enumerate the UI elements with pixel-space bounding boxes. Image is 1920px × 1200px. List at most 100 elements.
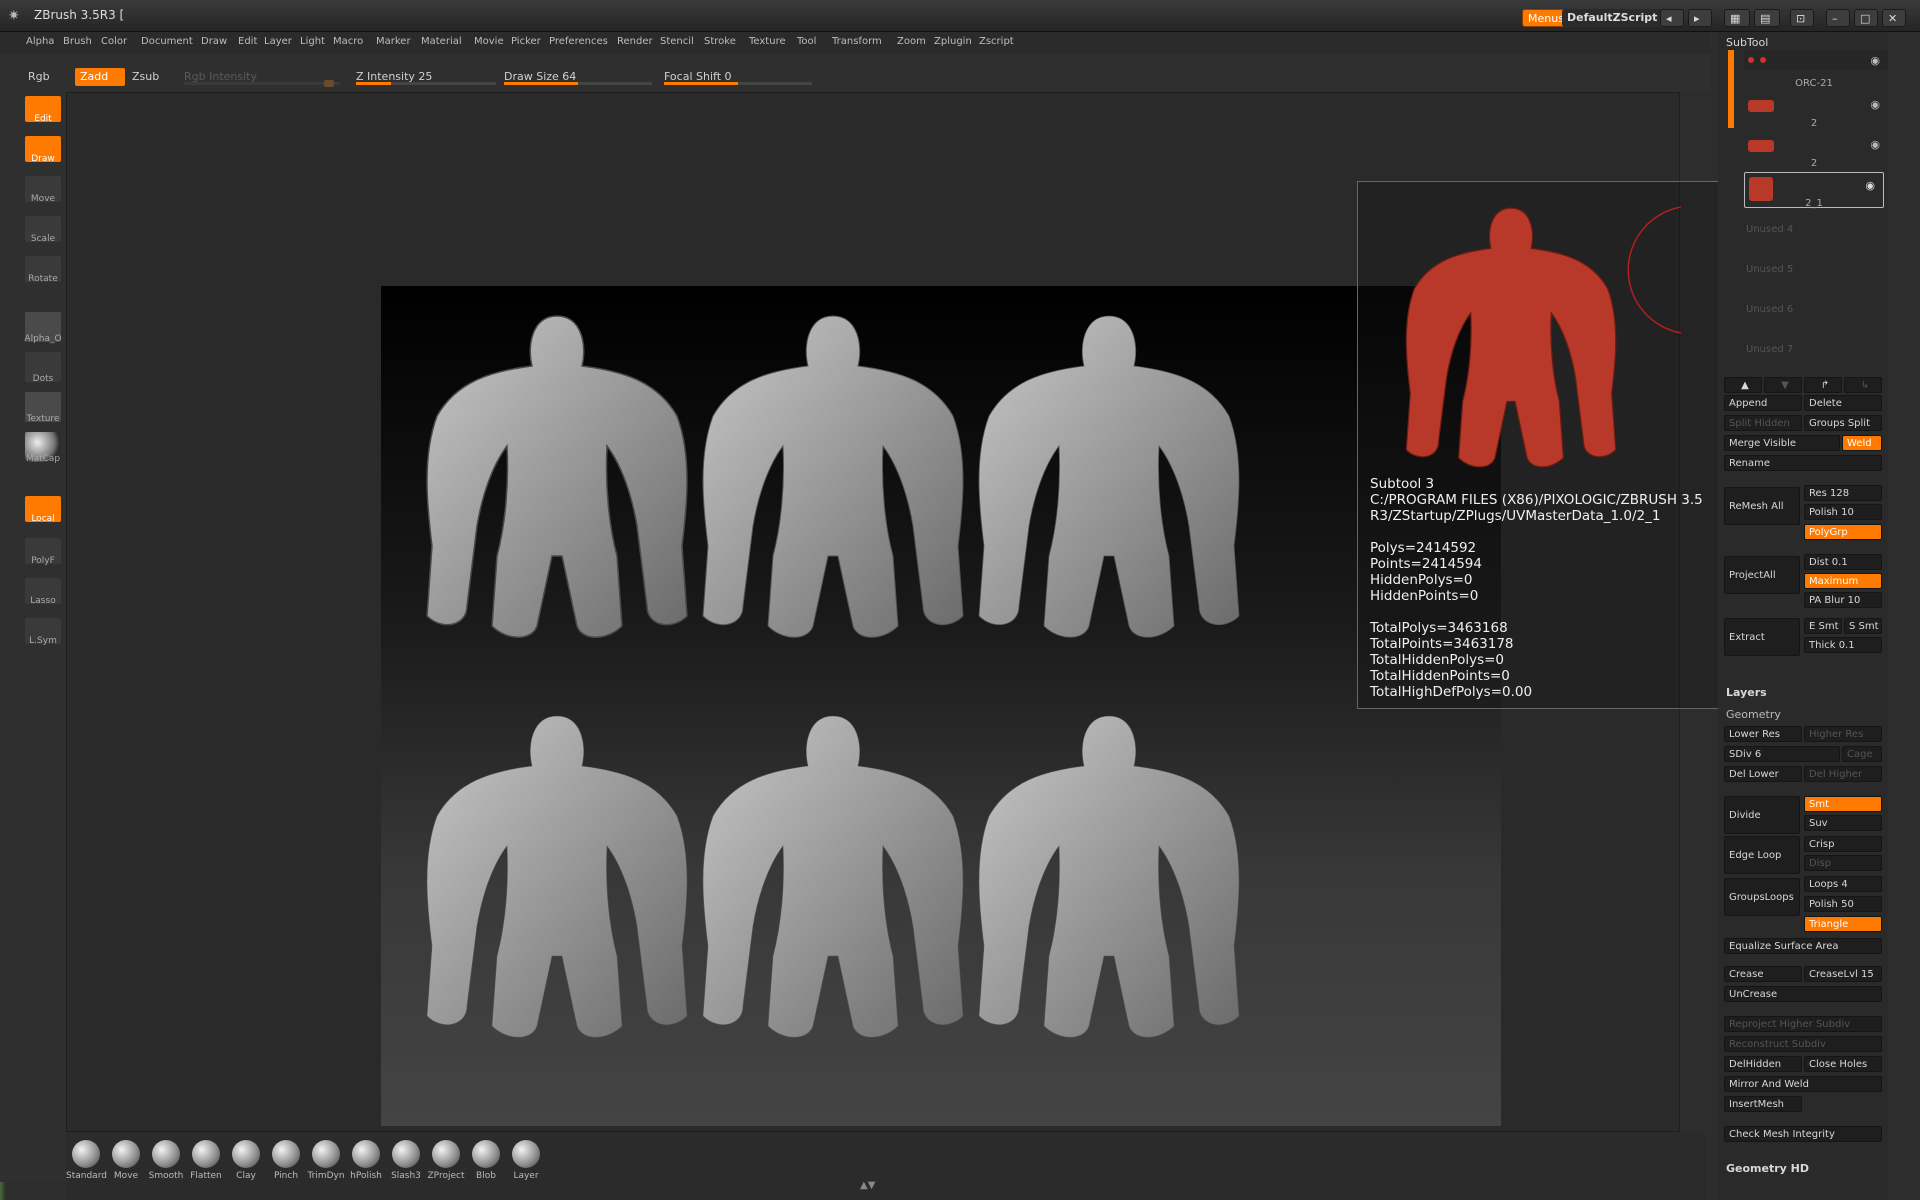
texture-button[interactable]: Texture	[24, 392, 62, 428]
subtool-unused-4[interactable]: Unused 4	[1746, 224, 1793, 235]
brush-move[interactable]: Move	[106, 1140, 146, 1181]
sdiv-slider[interactable]: SDiv 6	[1724, 746, 1840, 762]
s-smt-slider[interactable]: S Smt	[1844, 618, 1882, 634]
draw-size-slider[interactable]	[504, 82, 652, 85]
scale-mode-button[interactable]: Scale	[24, 216, 62, 252]
menu-light[interactable]: Light	[300, 36, 325, 47]
subtool-row-2b[interactable]: ◉	[1744, 132, 1888, 160]
visibility-eye-icon[interactable]: ◉	[1870, 98, 1880, 111]
brush-slash3[interactable]: Slash3	[386, 1140, 426, 1181]
cage-button[interactable]: Cage	[1842, 746, 1882, 762]
menu-zoom[interactable]: Zoom	[897, 36, 926, 47]
triangle-toggle[interactable]: Triangle	[1804, 916, 1882, 932]
visibility-eye-icon[interactable]: ◉	[1865, 179, 1875, 192]
geometry-hd-section-title[interactable]: Geometry HD	[1726, 1162, 1809, 1175]
e-smt-slider[interactable]: E Smt	[1804, 618, 1842, 634]
res-slider[interactable]: Res 128	[1804, 485, 1882, 501]
move-mode-button[interactable]: Move	[24, 176, 62, 212]
redo-arrow-icon[interactable]: ↱	[1804, 377, 1842, 393]
arrow-icon[interactable]: ↳	[1844, 377, 1882, 393]
menu-draw[interactable]: Draw	[201, 36, 227, 47]
draw-mode-button[interactable]: Draw	[24, 136, 62, 172]
append-button[interactable]: Append	[1724, 395, 1802, 411]
project-all-button[interactable]: ProjectAll	[1724, 556, 1800, 594]
layers-section-title[interactable]: Layers	[1726, 686, 1767, 699]
z-intensity-slider[interactable]	[356, 82, 496, 85]
menu-picker[interactable]: Picker	[511, 36, 541, 47]
uncrease-button[interactable]: UnCrease	[1724, 986, 1882, 1002]
menu-edit[interactable]: Edit	[238, 36, 257, 47]
pa-blur-slider[interactable]: PA Blur 10	[1804, 592, 1882, 608]
delhidden-button[interactable]: DelHidden	[1724, 1056, 1802, 1072]
rotate-mode-button[interactable]: Rotate	[24, 256, 62, 292]
visibility-eye-icon[interactable]: ◉	[1870, 54, 1880, 67]
higher-res-button[interactable]: Higher Res	[1804, 726, 1882, 742]
rotate-gizmo-icon[interactable]	[1613, 205, 1681, 335]
polyf-button[interactable]: PolyF	[24, 538, 62, 574]
groups-loops-button[interactable]: GroupsLoops	[1724, 878, 1800, 916]
crease-lvl-slider[interactable]: CreaseLvl 15	[1804, 966, 1882, 982]
loops-slider[interactable]: Loops 4	[1804, 876, 1882, 892]
brush-smooth[interactable]: Smooth	[146, 1140, 186, 1181]
brush-blob[interactable]: Blob	[466, 1140, 506, 1181]
brush-pinch[interactable]: Pinch	[266, 1140, 306, 1181]
suv-toggle[interactable]: Suv	[1804, 815, 1882, 831]
brush-standard[interactable]: Standard	[66, 1140, 107, 1181]
subtool-unused-7[interactable]: Unused 7	[1746, 344, 1793, 355]
subtool-scrollbar[interactable]	[1728, 50, 1734, 128]
menu-transform[interactable]: Transform	[832, 36, 882, 47]
local-button[interactable]: Local	[24, 496, 62, 532]
scroll-right-icon[interactable]: ▸	[1688, 9, 1712, 27]
extract-button[interactable]: Extract	[1724, 618, 1800, 656]
menu-layer[interactable]: Layer	[264, 36, 292, 47]
lsym-button[interactable]: L.Sym	[24, 618, 62, 654]
reconstruct-subdiv-button[interactable]: Reconstruct Subdiv	[1724, 1036, 1882, 1052]
menu-marker[interactable]: Marker	[376, 36, 411, 47]
split-hidden-button[interactable]: Split Hidden	[1724, 415, 1802, 431]
menu-preferences[interactable]: Preferences	[549, 36, 608, 47]
close-holes-button[interactable]: Close Holes	[1804, 1056, 1882, 1072]
minimize-icon[interactable]: –	[1826, 9, 1850, 27]
subtool-row-2a[interactable]: ◉	[1744, 92, 1888, 120]
brush-flatten[interactable]: Flatten	[186, 1140, 226, 1181]
polygrp-toggle[interactable]: PolyGrp	[1804, 524, 1882, 540]
subtool-row-orc21[interactable]: ◉	[1744, 50, 1888, 70]
lower-res-button[interactable]: Lower Res	[1724, 726, 1802, 742]
equalize-surface-area-button[interactable]: Equalize Surface Area	[1724, 938, 1882, 954]
remesh-all-button[interactable]: ReMesh All	[1724, 487, 1800, 525]
insertmesh-button[interactable]: InsertMesh	[1724, 1096, 1802, 1112]
disp-slider[interactable]: Disp	[1804, 855, 1882, 871]
subtool-unused-5[interactable]: Unused 5	[1746, 264, 1793, 275]
geometry-section-title[interactable]: Geometry	[1726, 708, 1781, 721]
brush-trimdyn[interactable]: TrimDyn	[306, 1140, 346, 1181]
menu-macro[interactable]: Macro	[333, 36, 363, 47]
alpha-button[interactable]: Alpha_O	[24, 312, 62, 348]
divide-button[interactable]: Divide	[1724, 796, 1800, 834]
edge-loop-button[interactable]: Edge Loop	[1724, 836, 1800, 874]
rename-button[interactable]: Rename	[1724, 455, 1882, 471]
groups-split-button[interactable]: Groups Split	[1804, 415, 1882, 431]
menu-zscript[interactable]: Zscript	[979, 36, 1014, 47]
del-lower-button[interactable]: Del Lower	[1724, 766, 1802, 782]
collapse-tray-icon[interactable]: ▲▼	[860, 1180, 875, 1191]
menu-material[interactable]: Material	[421, 36, 462, 47]
rgb-intensity-slider[interactable]	[184, 80, 340, 87]
maximum-toggle[interactable]: Maximum	[1804, 573, 1882, 589]
lasso-button[interactable]: Lasso	[24, 578, 62, 614]
reproject-higher-subdiv-button[interactable]: Reproject Higher Subdiv	[1724, 1016, 1882, 1032]
menu-alpha[interactable]: Alpha	[26, 36, 54, 47]
scroll-left-icon[interactable]: ◂	[1660, 9, 1684, 27]
menu-stencil[interactable]: Stencil	[660, 36, 694, 47]
stroke-button[interactable]: Dots	[24, 352, 62, 388]
brush-clay[interactable]: Clay	[226, 1140, 266, 1181]
menu-render[interactable]: Render	[617, 36, 653, 47]
menu-stroke[interactable]: Stroke	[704, 36, 736, 47]
maximize-icon[interactable]: □	[1854, 9, 1878, 27]
subtool-unused-6[interactable]: Unused 6	[1746, 304, 1793, 315]
lock-icon[interactable]: ⊡	[1790, 9, 1814, 27]
check-mesh-integrity-button[interactable]: Check Mesh Integrity	[1724, 1126, 1882, 1142]
document-canvas[interactable]	[381, 286, 1501, 1126]
crisp-toggle[interactable]: Crisp	[1804, 836, 1882, 852]
menu-zplugin[interactable]: Zplugin	[934, 36, 972, 47]
close-icon[interactable]: ✕	[1882, 9, 1906, 27]
